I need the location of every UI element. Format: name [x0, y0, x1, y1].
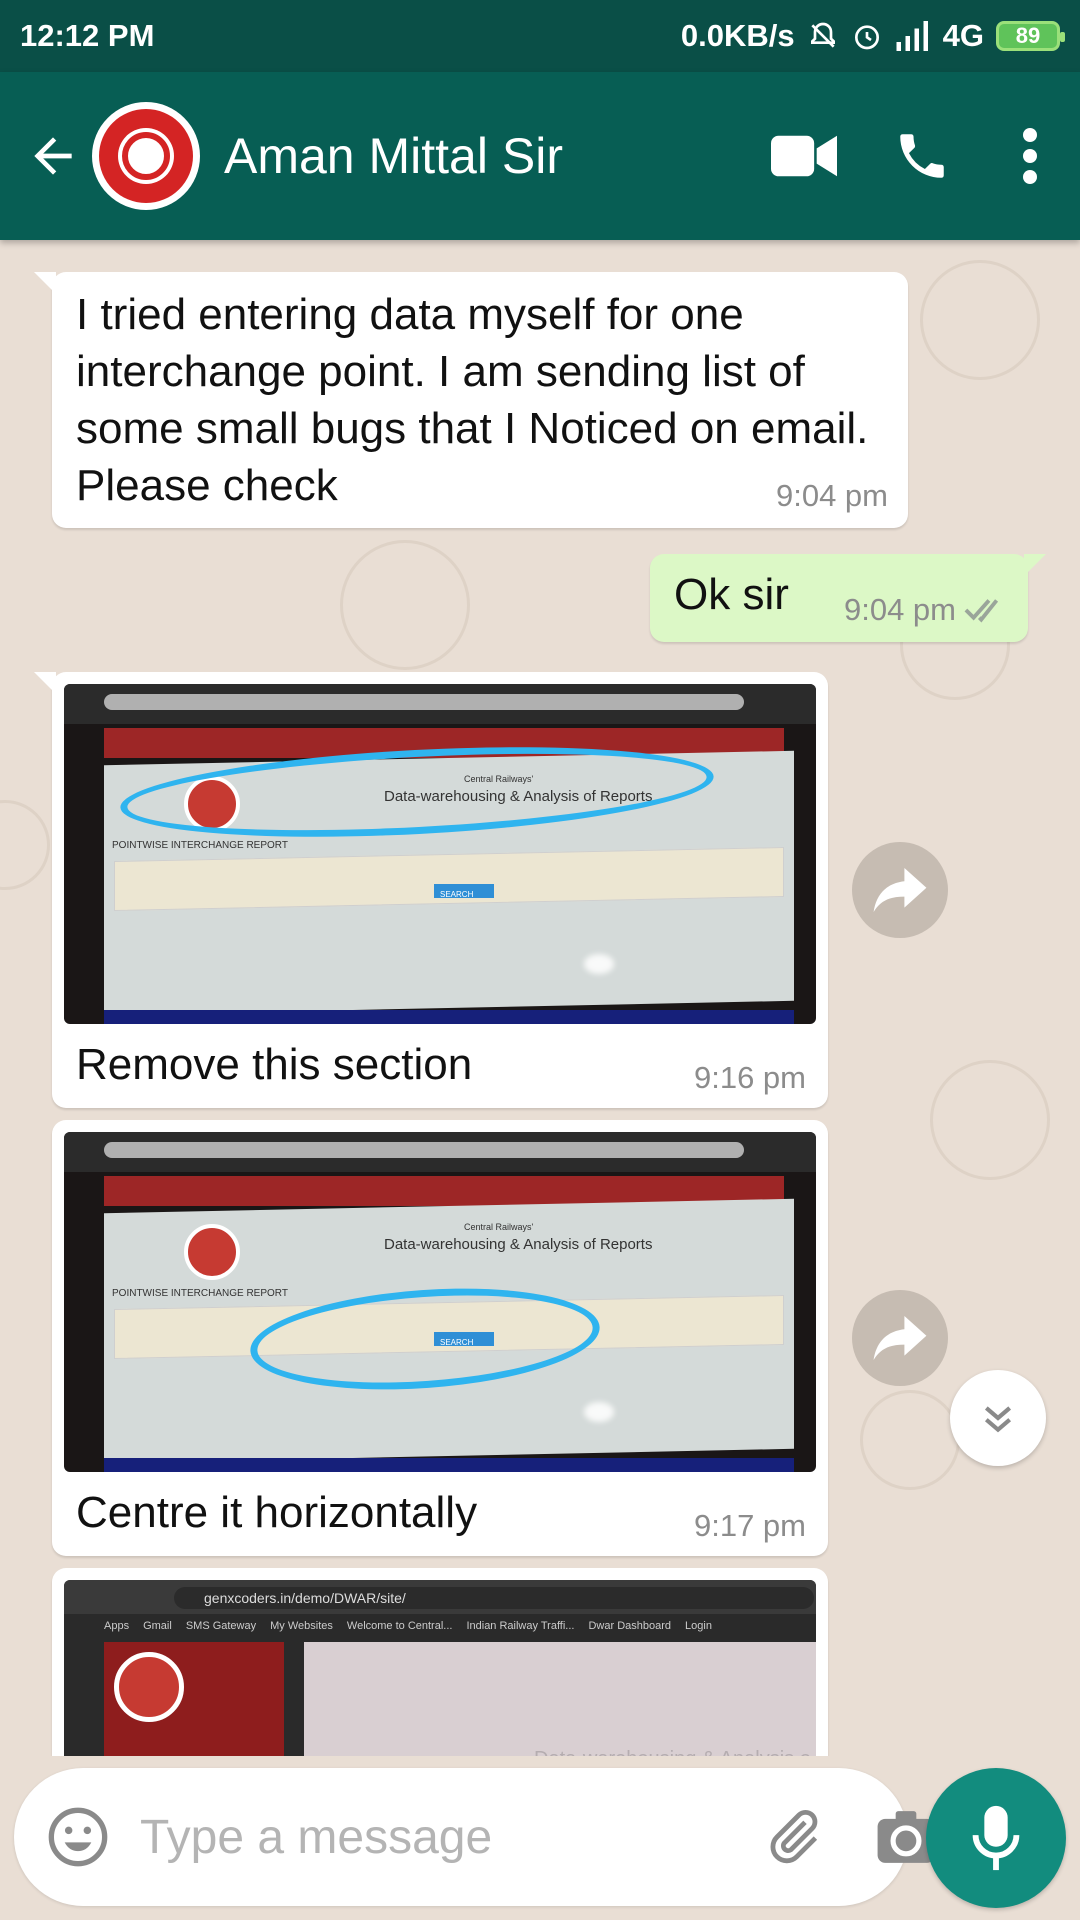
net-speed: 0.0KB/s — [680, 18, 795, 53]
message-time: 9:16 pm — [693, 1060, 806, 1095]
attach-button[interactable] — [761, 1801, 825, 1873]
railway-logo-icon — [184, 1224, 240, 1280]
message-text: I tried entering data myself for one int… — [76, 290, 869, 510]
forward-icon — [873, 868, 927, 912]
emoji-button[interactable] — [46, 1800, 110, 1874]
message-composer — [14, 1768, 935, 1906]
avatar[interactable] — [92, 102, 200, 210]
bookmark-item: My Websites — [270, 1620, 333, 1632]
message-text: Ok sir — [674, 570, 789, 619]
image-caption: Remove this section — [76, 1040, 473, 1089]
bookmark-item: Gmail — [143, 1620, 172, 1632]
image-thumbnail[interactable]: genxcoders.in/demo/DWAR/site/ Apps Gmail… — [64, 1580, 816, 1756]
voice-call-icon — [900, 134, 944, 178]
scroll-down-icon — [984, 1406, 1012, 1433]
more-options-button[interactable] — [1000, 116, 1060, 196]
message-bubble-incoming[interactable]: I tried entering data myself for one int… — [34, 272, 908, 528]
image-section-text: POINTWISE INTERCHANGE REPORT — [112, 840, 288, 851]
image-message[interactable]: genxcoders.in/demo/DWAR/site/ Apps Gmail… — [52, 1568, 828, 1756]
image-url-text: genxcoders.in/demo/DWAR/site/ — [204, 1590, 406, 1606]
forward-button[interactable] — [852, 842, 948, 938]
voice-call-button[interactable] — [882, 116, 962, 196]
voice-message-button[interactable] — [926, 1768, 1066, 1908]
bookmark-item: Apps — [104, 1620, 130, 1632]
bookmark-item: SMS Gateway — [185, 1620, 257, 1632]
status-bar: 12:12 PM 0.0KB/s 4G 89 — [0, 0, 1080, 72]
indian-railways-logo-icon — [99, 109, 193, 203]
image-thumbnail[interactable]: Central Railways' Data-warehousing & Ana… — [64, 684, 816, 1024]
image-button-text: SEARCH — [440, 890, 474, 899]
mic-icon — [972, 1805, 1020, 1871]
battery-level: 89 — [1015, 23, 1041, 48]
network-type: 4G — [942, 18, 984, 53]
message-input[interactable] — [140, 1809, 761, 1865]
message-time-text: 9:04 pm — [843, 592, 956, 627]
attach-icon — [770, 1809, 818, 1864]
image-message[interactable]: Central Railways' Data-warehousing & Ana… — [52, 1120, 828, 1556]
video-call-icon — [771, 135, 837, 177]
battery-icon: 89 — [996, 21, 1065, 51]
video-call-button[interactable] — [764, 116, 844, 196]
image-message[interactable]: Central Railways' Data-warehousing & Ana… — [34, 672, 828, 1108]
double-check-icon — [964, 599, 999, 623]
back-arrow-icon — [34, 137, 72, 175]
message-time: 9:17 pm — [693, 1508, 806, 1543]
bookmark-item: Login — [685, 1620, 712, 1632]
status-indicators: 0.0KB/s 4G 89 — [680, 18, 1065, 54]
message-time: 9:04 pm — [775, 478, 888, 513]
status-time: 12:12 PM — [20, 18, 155, 53]
bookmark-item: Dwar Dashboard — [588, 1620, 672, 1632]
image-thumbnail[interactable]: Central Railways' Data-warehousing & Ana… — [64, 1132, 816, 1472]
image-title-text: Data-warehousing & Analysis o — [534, 1748, 811, 1756]
contact-name[interactable]: Aman Mittal Sir — [224, 127, 764, 185]
emoji-icon — [48, 1807, 108, 1867]
image-caption: Centre it horizontally — [76, 1488, 478, 1537]
chat-area[interactable]: I tried entering data myself for one int… — [0, 240, 1080, 1756]
bookmark-item: Indian Railway Traffi... — [466, 1620, 575, 1632]
message-bubble-outgoing[interactable]: Ok sir 9:04 pm — [650, 554, 1046, 642]
scroll-down-button[interactable] — [950, 1370, 1046, 1466]
railway-logo-icon — [114, 1652, 184, 1722]
mute-icon — [810, 22, 835, 48]
signal-icon — [896, 21, 928, 51]
bookmarks-bar: Apps Gmail SMS Gateway My Websites Welco… — [104, 1620, 816, 1632]
chat-header: Aman Mittal Sir — [0, 72, 1080, 240]
image-title-text: Data-warehousing & Analysis of Reports — [384, 1236, 653, 1253]
bookmark-item: Welcome to Central... — [346, 1620, 453, 1632]
forward-button[interactable] — [852, 1290, 948, 1386]
message-time: 9:04 pm — [844, 592, 956, 628]
image-org-text: Central Railways' — [464, 1222, 534, 1232]
more-options-icon — [1023, 128, 1037, 184]
alarm-icon — [854, 25, 879, 50]
back-button[interactable] — [18, 121, 88, 191]
image-section-text: POINTWISE INTERCHANGE REPORT — [112, 1288, 288, 1299]
forward-icon — [873, 1316, 927, 1360]
